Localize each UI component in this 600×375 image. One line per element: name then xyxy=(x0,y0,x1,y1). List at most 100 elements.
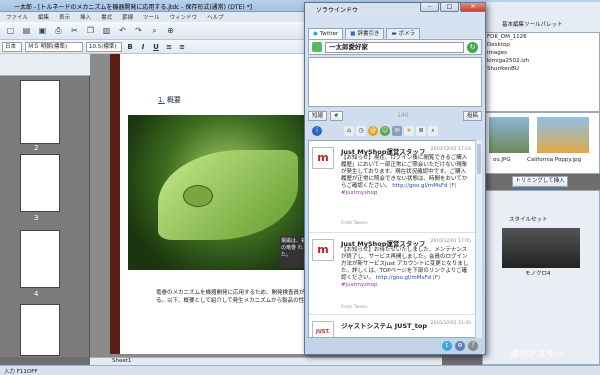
minimize-button[interactable]: – xyxy=(420,2,439,12)
page-thumbnail[interactable] xyxy=(20,230,60,288)
new-icon[interactable]: ▢ xyxy=(4,24,17,37)
tab-twitter[interactable]: ● Twitter xyxy=(308,28,344,39)
dictionary-icon: ■ xyxy=(350,31,356,37)
account-avatar xyxy=(312,42,322,52)
menu-insert[interactable]: 挿入 xyxy=(80,13,91,21)
list-item[interactable]: Desktop xyxy=(483,41,599,49)
info-icon[interactable]: i xyxy=(312,125,322,136)
menu-format[interactable]: 書式 xyxy=(101,13,112,21)
copy-icon[interactable]: ❐ xyxy=(84,24,97,37)
mail-icon[interactable]: ✉ xyxy=(392,125,402,136)
image-thumbnails: oo.JPG California Poppy.jpg xyxy=(482,112,600,174)
swatch-label: モノクロ4 xyxy=(525,271,551,277)
paste-icon[interactable]: ▥ xyxy=(100,24,113,37)
list-icon[interactable]: ≣ xyxy=(416,125,426,136)
align-left-icon[interactable]: ≡ xyxy=(164,42,174,52)
shorten-button[interactable]: 短縮 xyxy=(308,110,328,121)
twitter-icon: ● xyxy=(313,31,318,37)
image-thumbnail[interactable] xyxy=(489,117,529,153)
window-controls: – □ ✕ xyxy=(420,2,486,12)
avatar[interactable]: m xyxy=(312,147,334,169)
tab-pomera[interactable]: ▬ ボメラ xyxy=(386,28,421,39)
timeline-scrollbar[interactable] xyxy=(475,140,482,338)
menu-help[interactable]: ヘルプ xyxy=(207,13,224,21)
language-select[interactable]: 日本 xyxy=(2,41,22,52)
home-icon[interactable]: ⌂ xyxy=(344,125,354,136)
tweet-author[interactable]: ジャストシステム JUST_top xyxy=(341,320,427,330)
print-icon[interactable]: ⎙ xyxy=(52,24,65,37)
style-swatch[interactable] xyxy=(502,228,580,268)
horizontal-scrollbar[interactable]: Sheet1 xyxy=(90,357,442,365)
search-icon[interactable]: ⌕ xyxy=(148,24,161,37)
app-title: 一太郎 - [トルネードのメカニズムを機器開発に応用する.jtdc - 保存形式… xyxy=(14,4,252,11)
section-heading: 1. 概要 xyxy=(158,96,181,104)
zoom-icon[interactable]: ⊕ xyxy=(164,24,177,37)
list-item[interactable]: images xyxy=(483,49,599,57)
chat-icon[interactable]: ☺ xyxy=(380,125,390,136)
menu-rule[interactable]: 罫線 xyxy=(122,13,133,21)
tweet-date: 2010/12/01 11:45 xyxy=(430,321,471,326)
underline-icon[interactable]: U xyxy=(151,42,161,52)
page-thumbnail-pane: 2 3 4 xyxy=(0,54,90,357)
tweet-link[interactable]: http://goo.gl/mMsFd xyxy=(392,183,447,189)
page-thumbnail[interactable] xyxy=(20,304,60,356)
bold-icon[interactable]: B xyxy=(125,42,135,52)
list-item[interactable]: ShurikenBU xyxy=(483,65,599,73)
page-number: 3 xyxy=(34,214,39,222)
open-icon[interactable]: ▤ xyxy=(20,24,33,37)
redo-icon[interactable]: ↷ xyxy=(132,24,145,37)
sora-window-title: ソラウインドウ xyxy=(316,7,359,14)
tweet-text: 【お知らせ】現在、ログイン後に閲覧できるご購入履歴」において一部正常にご照会いた… xyxy=(341,155,468,196)
tweet-date: 2010/12/01 17:24 xyxy=(430,147,471,152)
list-item[interactable]: kimiga2502.lzh xyxy=(483,57,599,65)
star-icon[interactable]: ★ xyxy=(404,125,414,136)
search-icon[interactable]: ⌕ xyxy=(428,125,438,136)
hashtag-button[interactable]: # xyxy=(330,110,343,121)
account-bar: 一太郎愛好家 ↻ xyxy=(308,39,482,55)
trim-insert-button[interactable]: トリミングして挿入 xyxy=(512,176,568,187)
file-list[interactable]: FOK_DM_1126 Desktop images kimiga2502.lz… xyxy=(482,32,600,112)
page-thumbnail[interactable] xyxy=(20,80,60,144)
char-counter: 140 xyxy=(397,112,409,119)
tweet[interactable]: JUST. ジャストシステム JUST_top 2010/12/01 11:45 xyxy=(309,315,475,337)
leaf-shape xyxy=(158,150,298,240)
menu-window[interactable]: ウィンドウ xyxy=(170,13,198,21)
tweet-source: From Tween xyxy=(341,221,368,226)
menu-edit[interactable]: 編集 xyxy=(38,13,49,21)
account-select[interactable]: 一太郎愛好家 xyxy=(325,41,464,53)
align-center-icon[interactable]: ≡ xyxy=(177,42,187,52)
post-button[interactable]: 投稿 xyxy=(462,110,482,121)
help-icon[interactable]: ? xyxy=(468,340,478,351)
close-button[interactable]: ✕ xyxy=(460,2,486,12)
menu-tools[interactable]: ツール xyxy=(143,13,160,21)
tab-dictionary[interactable]: ■ 辞書引き xyxy=(345,28,385,39)
cut-icon[interactable]: ✂ xyxy=(68,24,81,37)
frog-shape xyxy=(183,185,213,207)
tweet-compose-input[interactable] xyxy=(308,57,482,107)
page-thumbnail[interactable] xyxy=(20,154,60,212)
list-item[interactable]: FOK_DM_1126 xyxy=(483,33,599,41)
tweet-source: From Tween xyxy=(341,305,368,310)
tweet[interactable]: m Just MyShop運営スタッフ 2010/12/01 17:24 【お知… xyxy=(309,141,475,233)
size-select[interactable]: 10.5(標準) xyxy=(86,41,122,52)
sora-footer: t ⚙ ? xyxy=(308,339,482,352)
sheet-tab[interactable]: Sheet1 xyxy=(112,358,131,364)
sora-tabs: ● Twitter ■ 辞書引き ▬ ボメラ xyxy=(308,28,421,39)
save-icon[interactable]: ▣ xyxy=(36,24,49,37)
menu-file[interactable]: ファイル xyxy=(6,13,28,21)
twitter-icon[interactable]: t xyxy=(442,340,452,351)
font-select[interactable]: ＭＳ 明朝(標準) xyxy=(25,41,83,52)
tweet-link[interactable]: http://goo.gl/mMsFd xyxy=(376,275,431,281)
image-thumbnail[interactable] xyxy=(537,117,589,153)
italic-icon[interactable]: I xyxy=(138,42,148,52)
clock-icon[interactable]: ◷ xyxy=(356,125,366,136)
maximize-button[interactable]: □ xyxy=(440,2,459,12)
avatar[interactable]: m xyxy=(312,239,334,261)
menu-view[interactable]: 表示 xyxy=(59,13,70,21)
refresh-icon[interactable]: ↻ xyxy=(467,41,478,53)
tweet[interactable]: m Just MyShop運営スタッフ 2010/12/01 17:05 【お知… xyxy=(309,233,475,315)
avatar[interactable]: JUST. xyxy=(312,321,334,337)
settings-icon[interactable]: ⚙ xyxy=(455,340,465,351)
undo-icon[interactable]: ↶ xyxy=(116,24,129,37)
mention-icon[interactable]: @ xyxy=(368,125,378,136)
